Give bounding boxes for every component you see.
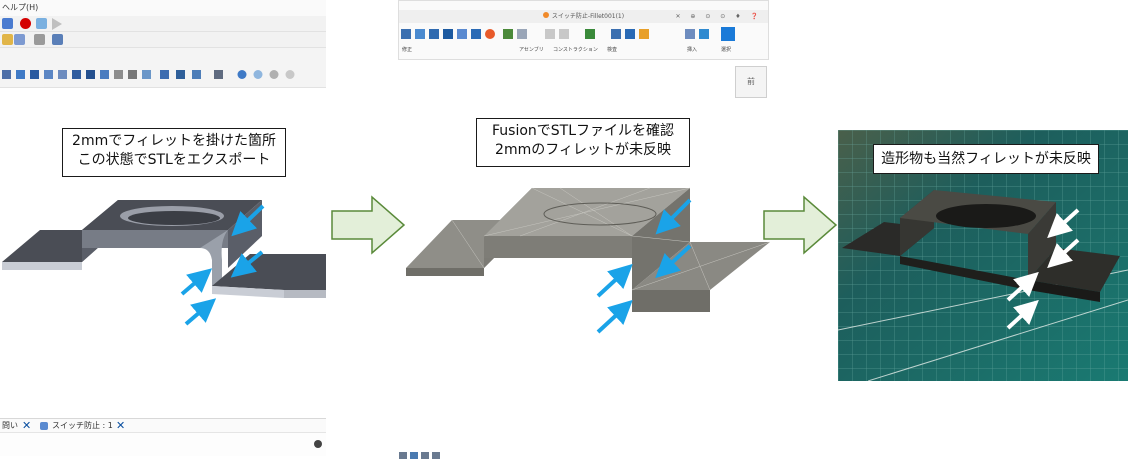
flow-arrow-2 (763, 195, 838, 255)
callout-line-1: 2mmでフィレットを掛けた箇所 (72, 133, 276, 149)
save-icon[interactable] (2, 18, 13, 29)
fillet-arrows (180, 204, 265, 326)
arrow-3 (596, 263, 633, 298)
callout-print-note: 造形物も当然フィレットが未反映 (873, 144, 1099, 174)
document-tabs: 問い ✕ スイッチ防止 : 1 ✕ (0, 418, 326, 433)
tab-1-label[interactable]: 問い (2, 419, 18, 433)
feature-icons[interactable] (0, 48, 326, 88)
sketch-icon[interactable] (14, 34, 25, 45)
arrow-3 (1006, 271, 1039, 302)
printed-part-photo: 造形物も当然フィレットが未反映 (838, 130, 1128, 381)
callout-text: 造形物も当然フィレットが未反映 (881, 151, 1091, 167)
tab-2-label[interactable]: スイッチ防止 : 1 (52, 419, 113, 433)
fusion-ribbon: 修正 アセンブリ コンストラクション 検査 挿入 選択 (399, 27, 768, 57)
status-indicator-icon (314, 440, 322, 448)
callout-fillet-note: 2mmでフィレットを掛けた箇所 この状態でSTLをエクスポート (62, 128, 286, 177)
ribbon-label-construction[interactable]: コンストラクション (553, 46, 598, 53)
ribbon-label-modify[interactable]: 修正 (402, 46, 412, 53)
callout-line-2: 2mmのフィレットが未反映 (495, 142, 671, 158)
macro-icon[interactable] (34, 34, 45, 45)
feature-toolbar (0, 48, 326, 88)
record-icon[interactable] (20, 18, 31, 29)
arrow-1 (1047, 208, 1080, 239)
stl-part-model (406, 187, 770, 312)
stl-arrows (596, 198, 692, 334)
ribbon-label-select[interactable]: 選択 (721, 46, 731, 53)
ribbon-icons[interactable] (399, 27, 768, 45)
window-controls[interactable]: ✕ ⊕ ⊙ ⊙ ♦ ❓ (676, 10, 763, 23)
open-icon[interactable] (2, 34, 13, 45)
flow-arrow-1 (331, 195, 406, 255)
arrow-2 (1047, 238, 1080, 269)
fusion-title-bar: スイッチ防止-Fillet001(1) ✕ ⊕ ⊙ ⊙ ♦ ❓ (399, 10, 768, 23)
arrow-2 (230, 250, 264, 278)
ribbon-label-assembly[interactable]: アセンブリ (519, 46, 544, 53)
arrow-4 (184, 298, 217, 326)
ribbon-label-insert[interactable]: 挿入 (687, 46, 697, 53)
callout-stl-note: FusionでSTLファイルを確認 2mmのフィレットが未反映 (476, 118, 690, 167)
callout-line-2: この状態でSTLをエクスポート (77, 152, 271, 168)
stop-icon[interactable] (36, 18, 47, 29)
arrow-1 (231, 204, 265, 237)
arrow-3 (180, 268, 213, 296)
photo-arrows (1006, 208, 1080, 330)
callout-line-1: FusionでSTLファイルを確認 (491, 123, 675, 139)
file-icon (542, 12, 549, 18)
arrow-1 (655, 198, 692, 235)
help-pointer-icon[interactable] (52, 34, 63, 45)
menu-help[interactable]: ヘルプ(H) (2, 3, 38, 12)
cad-window: ヘルプ(H) 2mmでフィレットを掛けた箇所 この状態でSTLをエクスポート 問… (0, 0, 326, 456)
toolbar-row-1 (0, 16, 326, 32)
document-icon (40, 422, 48, 430)
close-icon[interactable]: ✕ (22, 419, 31, 433)
view-cube[interactable]: 前 (735, 66, 767, 98)
close-icon[interactable]: ✕ (116, 419, 125, 433)
status-bar (0, 432, 326, 456)
ribbon-label-inspect[interactable]: 検査 (607, 46, 617, 53)
arrow-4 (1006, 299, 1039, 330)
toolbar-row-2 (0, 32, 326, 48)
play-icon[interactable] (52, 18, 62, 30)
view-cube-face: 前 (747, 77, 755, 86)
arrow-2 (655, 244, 692, 279)
view-mini-toolbar[interactable] (399, 444, 459, 459)
menu-bar: ヘルプ(H) (0, 0, 326, 16)
fusion-title: スイッチ防止-Fillet001(1) (551, 13, 625, 20)
arrow-4 (596, 299, 633, 334)
